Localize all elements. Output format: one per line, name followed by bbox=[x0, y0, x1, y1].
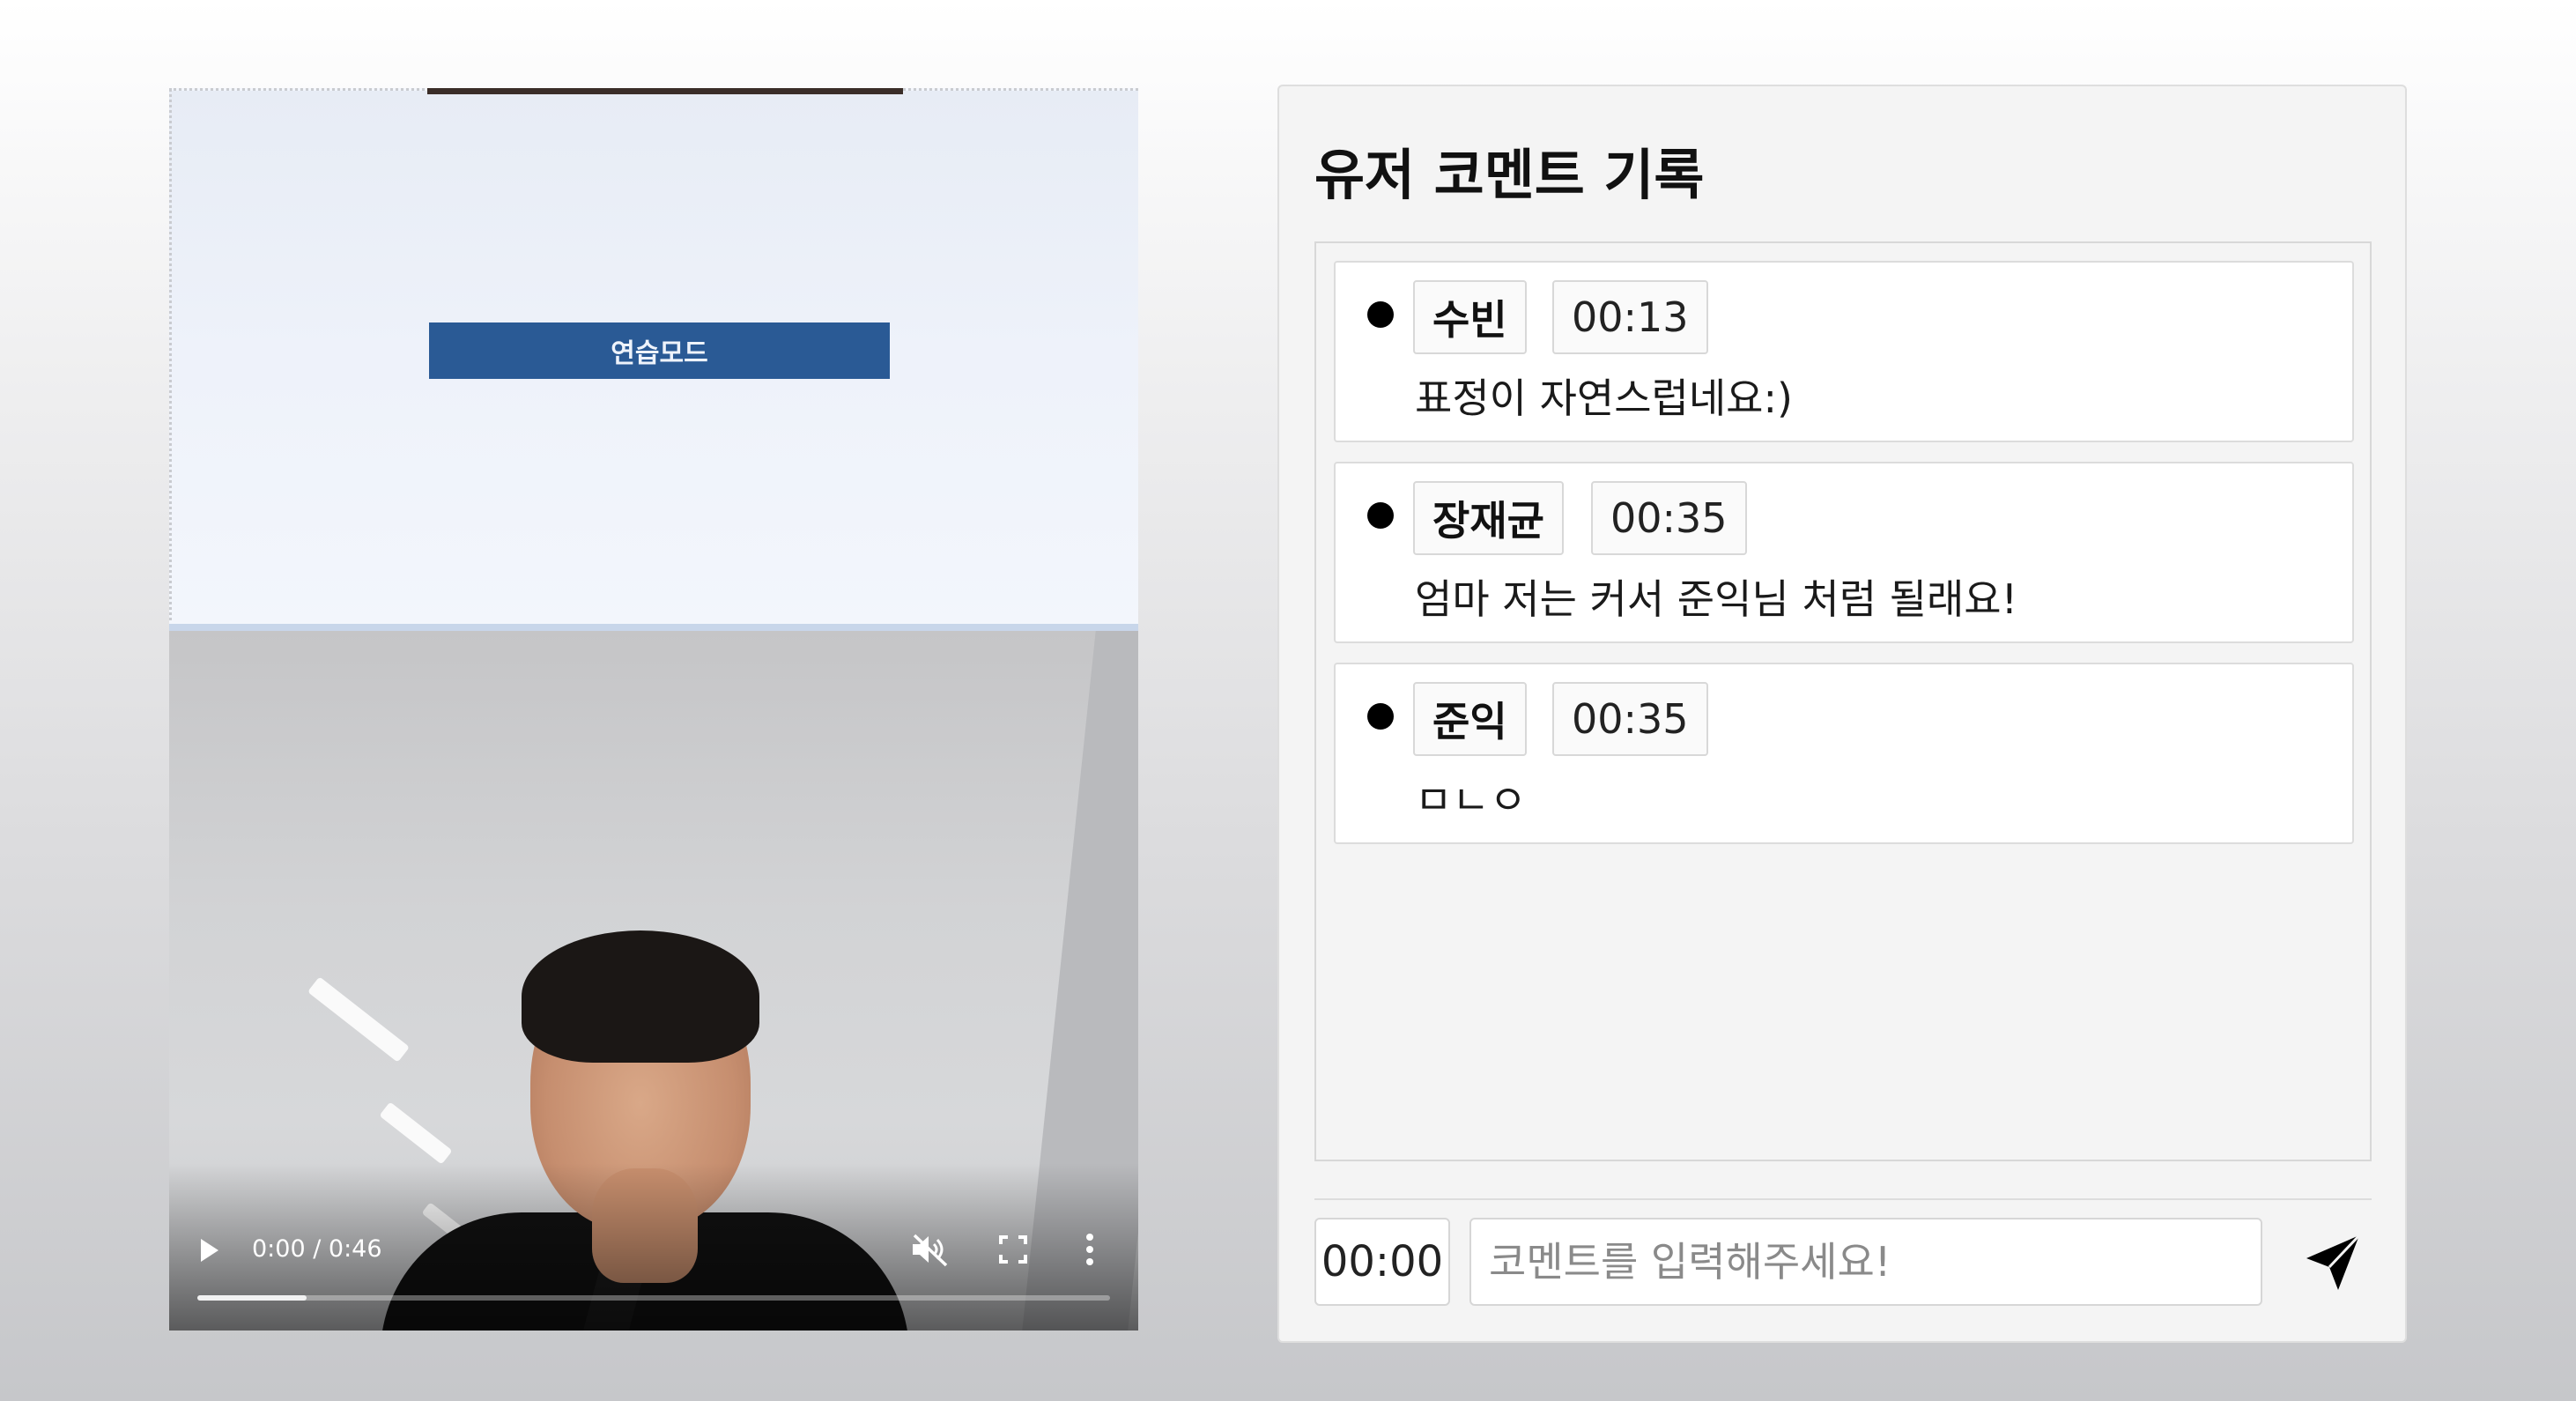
ceiling-light bbox=[379, 1101, 453, 1165]
comment-text: 표정이 자연스럽네요:) bbox=[1415, 374, 1793, 422]
bullet-icon bbox=[1367, 301, 1394, 328]
ceiling-light bbox=[307, 976, 410, 1063]
volume-muted-icon[interactable] bbox=[909, 1232, 951, 1267]
video-frame-divider bbox=[169, 624, 1138, 631]
bullet-icon bbox=[1367, 502, 1394, 529]
comment-timestamp[interactable]: 00:35 bbox=[1552, 682, 1708, 756]
comment-item: 장재균 00:35 엄마 저는 커서 준익님 처럼 될래요! bbox=[1334, 462, 2354, 643]
comment-timestamp[interactable]: 00:35 bbox=[1591, 481, 1747, 555]
video-progress-fill bbox=[197, 1295, 307, 1301]
video-frame-screen-capture: 연습모드 bbox=[169, 88, 1138, 627]
person-hair bbox=[522, 930, 759, 1063]
comment-item: 준익 00:35 ㅁㄴㅇ bbox=[1334, 663, 2354, 844]
comment-author: 장재균 bbox=[1413, 481, 1564, 555]
comment-item: 수빈 00:13 표정이 자연스럽네요:) bbox=[1334, 261, 2354, 442]
panel-title: 유저 코멘트 기록 bbox=[1314, 143, 1705, 207]
fullscreen-icon[interactable] bbox=[997, 1234, 1029, 1265]
send-paper-plane-icon bbox=[2306, 1234, 2361, 1290]
more-vertical-icon[interactable] bbox=[1084, 1232, 1096, 1267]
comment-text: ㅁㄴㅇ bbox=[1415, 776, 1527, 824]
video-frame-top-strip bbox=[427, 88, 903, 94]
comment-author: 수빈 bbox=[1413, 280, 1527, 354]
bullet-icon bbox=[1367, 703, 1394, 730]
video-time-label: 0:00 / 0:46 bbox=[252, 1235, 382, 1263]
video-progress-bar[interactable] bbox=[197, 1295, 1110, 1301]
video-controls: 0:00 / 0:46 bbox=[169, 1163, 1138, 1331]
comment-author: 준익 bbox=[1413, 682, 1527, 756]
video-player[interactable]: 연습모드 0:00 / 0:46 bbox=[169, 88, 1138, 1331]
comment-text: 엄마 저는 커서 준익님 처럼 될래요! bbox=[1415, 575, 2018, 623]
comment-timestamp[interactable]: 00:13 bbox=[1552, 280, 1708, 354]
current-time-box: 00:00 bbox=[1314, 1218, 1450, 1306]
practice-mode-button-in-video: 연습모드 bbox=[429, 322, 890, 379]
send-button[interactable] bbox=[2292, 1223, 2372, 1302]
comment-panel: 유저 코멘트 기록 수빈 00:13 표정이 자연스럽네요:) 장재균 00:3… bbox=[1277, 85, 2407, 1343]
comment-input[interactable] bbox=[1469, 1218, 2262, 1306]
play-icon[interactable] bbox=[201, 1239, 218, 1262]
input-divider bbox=[1314, 1198, 2372, 1200]
comment-list[interactable]: 수빈 00:13 표정이 자연스럽네요:) 장재균 00:35 엄마 저는 커서… bbox=[1314, 241, 2372, 1161]
